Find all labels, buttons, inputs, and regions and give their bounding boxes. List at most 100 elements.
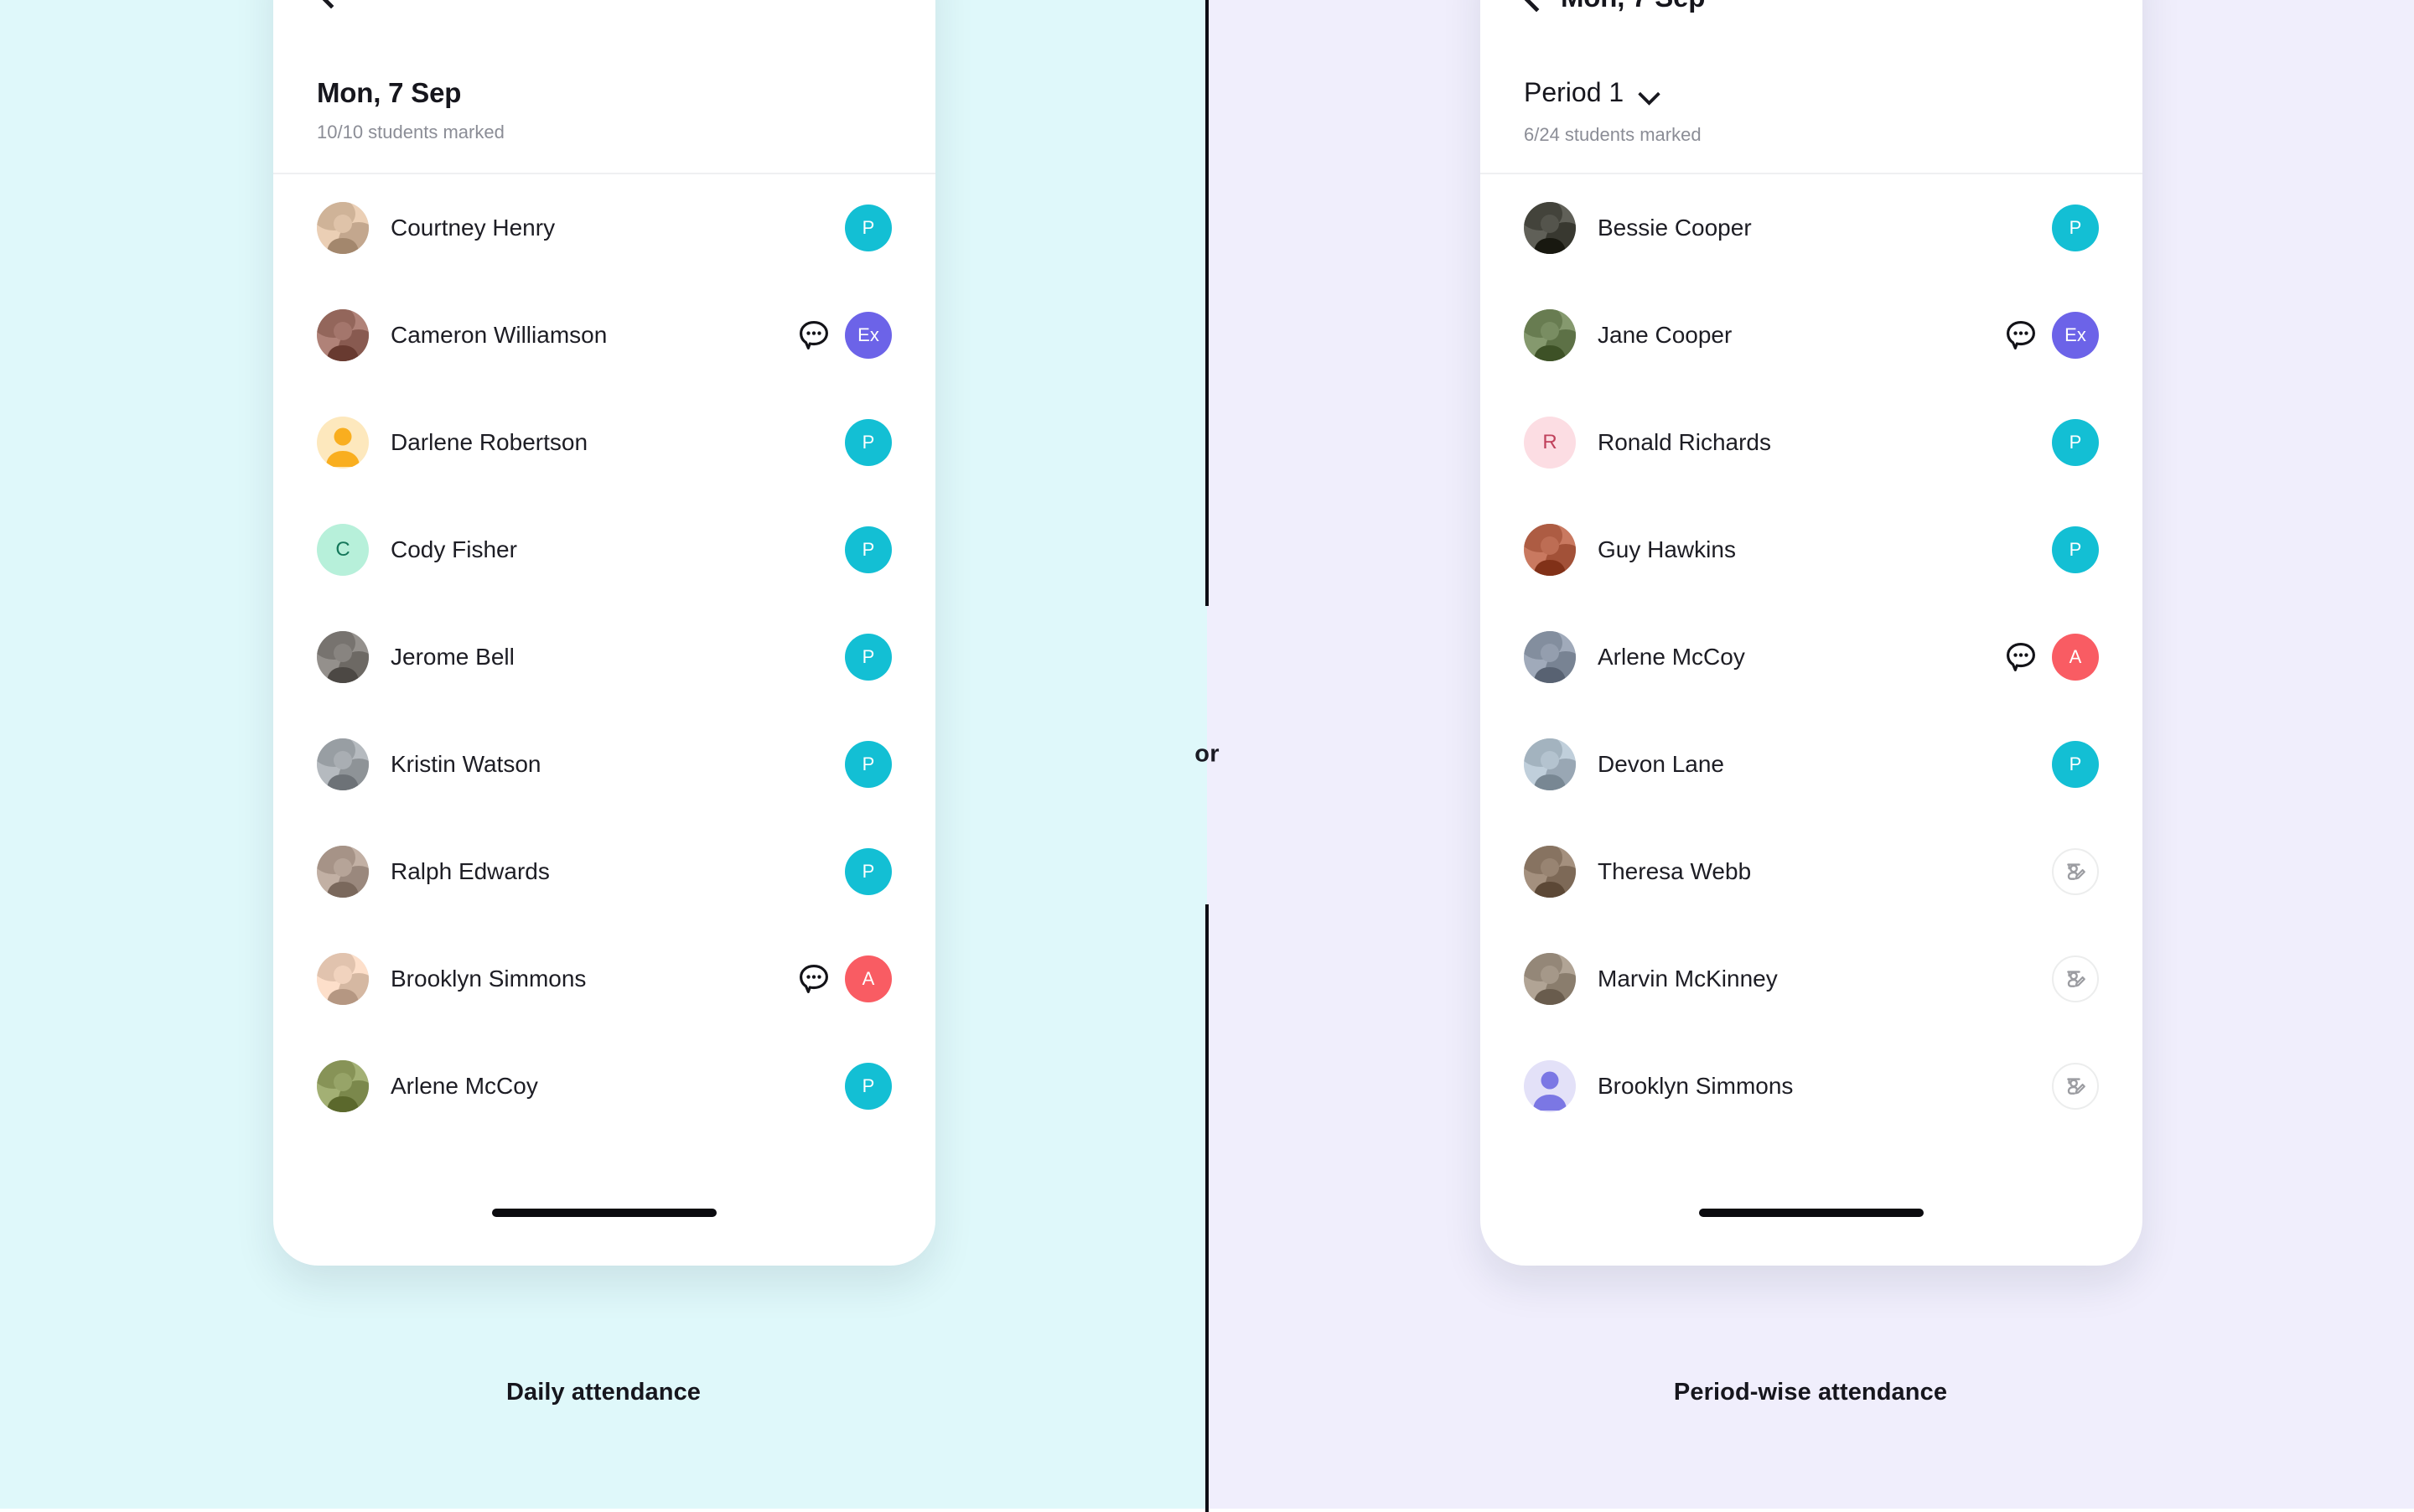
avatar-photo [1524, 953, 1576, 1005]
back-chevron-icon[interactable] [1522, 0, 1544, 8]
student-name: Cameron Williamson [391, 322, 608, 348]
student-row[interactable]: Bessie Cooper P [1480, 174, 2142, 282]
student-row-actions: P [845, 634, 892, 681]
attendance-status-badge[interactable]: P [2052, 205, 2099, 251]
attendance-status-badge[interactable]: Ex [845, 312, 892, 359]
avatar-initial: R [1542, 431, 1557, 453]
student-row[interactable]: Kristin Watson P [273, 711, 935, 818]
divider-line-top [1205, 0, 1209, 606]
student-row[interactable]: Jane Cooper Ex [1480, 282, 2142, 389]
student-name: Courtney Henry [391, 215, 556, 241]
student-row[interactable]: Brooklyn Simmons A [273, 925, 935, 1033]
attendance-status-badge[interactable]: P [845, 419, 892, 466]
avatar [1524, 524, 1576, 576]
period-selector[interactable]: Period 1 [1524, 77, 1659, 108]
period-attendance-phone-card: Mon, 7 Sep Period 1 6/24 students marked… [1480, 0, 2142, 1266]
attendance-status-badge[interactable]: P [845, 848, 892, 895]
period-attendance-caption: Period-wise attendance [1673, 1379, 1948, 1406]
student-row[interactable]: Theresa Webb [1480, 818, 2142, 925]
note-bubble-icon[interactable] [2003, 318, 2038, 353]
avatar [317, 738, 369, 790]
daily-page-title: Mon, 7 Sep [317, 77, 462, 108]
avatar-initial: C [335, 538, 350, 561]
person-placeholder-icon [326, 427, 360, 467]
student-row[interactable]: Devon Lane P [1480, 711, 2142, 818]
avatar-photo [1524, 846, 1576, 898]
avatar-photo [317, 1060, 369, 1112]
student-row-actions: Ex [796, 312, 892, 359]
avatar-photo [317, 846, 369, 898]
attendance-status-badge[interactable] [2052, 848, 2099, 895]
avatar [1524, 631, 1576, 683]
student-name: Bessie Cooper [1598, 215, 1752, 241]
student-row[interactable]: Marvin McKinney [1480, 925, 2142, 1033]
student-row-actions: P [845, 848, 892, 895]
avatar-photo [1524, 738, 1576, 790]
student-row[interactable]: Jerome Bell P [273, 603, 935, 711]
divider-line-bottom [1205, 904, 1209, 1512]
student-row[interactable]: Guy Hawkins P [1480, 496, 2142, 603]
attendance-status-badge[interactable]: Ex [2052, 312, 2099, 359]
back-chevron-icon[interactable] [317, 0, 339, 5]
student-edit-icon [2067, 863, 2085, 880]
avatar-photo [317, 309, 369, 361]
attendance-status-badge[interactable]: P [845, 1063, 892, 1110]
student-row[interactable]: Courtney Henry P [273, 174, 935, 282]
avatar [317, 309, 369, 361]
attendance-status-badge[interactable]: P [2052, 741, 2099, 788]
student-name: Arlene McCoy [1598, 644, 1745, 670]
attendance-status-badge[interactable]: A [845, 955, 892, 1002]
student-name: Devon Lane [1598, 751, 1725, 777]
attendance-status-badge[interactable]: P [2052, 526, 2099, 573]
student-row-actions: A [2003, 634, 2099, 681]
student-row-actions: P [845, 1063, 892, 1110]
student-name: Darlene Robertson [391, 429, 588, 455]
student-row[interactable]: Cameron Williamson Ex [273, 282, 935, 389]
period-selector-label: Period 1 [1524, 77, 1624, 107]
student-name: Arlene McCoy [391, 1073, 538, 1099]
student-row-actions [2052, 1063, 2099, 1110]
student-name: Ronald Richards [1598, 429, 1771, 455]
student-row-actions: P [845, 205, 892, 251]
attendance-status-badge[interactable]: P [2052, 419, 2099, 466]
avatar: C [317, 524, 369, 576]
note-bubble-icon[interactable] [796, 318, 831, 353]
student-name: Jane Cooper [1598, 322, 1733, 348]
student-row[interactable]: C Cody Fisher P [273, 496, 935, 603]
attendance-status-badge[interactable]: P [845, 634, 892, 681]
daily-attendance-phone-card: Mon, 7 Sep 10/10 students marked Courtne… [273, 0, 935, 1266]
avatar-photo [317, 953, 369, 1005]
period-page-title: Mon, 7 Sep [1561, 0, 1705, 13]
student-name: Theresa Webb [1598, 858, 1752, 884]
note-bubble-icon[interactable] [2003, 639, 2038, 675]
student-name: Ralph Edwards [391, 858, 550, 884]
student-name: Marvin McKinney [1598, 966, 1778, 992]
note-bubble-icon[interactable] [796, 961, 831, 997]
attendance-status-badge[interactable]: A [2052, 634, 2099, 681]
avatar-photo [317, 738, 369, 790]
home-indicator-bar [1699, 1209, 1924, 1217]
student-name: Jerome Bell [391, 644, 515, 670]
avatar: R [1524, 417, 1576, 469]
student-name: Cody Fisher [391, 536, 517, 562]
student-row[interactable]: Arlene McCoy P [273, 1033, 935, 1140]
attendance-status-badge[interactable]: P [845, 741, 892, 788]
avatar-photo [1524, 309, 1576, 361]
attendance-status-badge[interactable]: P [845, 205, 892, 251]
student-row[interactable]: Darlene Robertson P [273, 389, 935, 496]
student-row-actions: P [2052, 419, 2099, 466]
student-row-actions: P [845, 419, 892, 466]
student-row[interactable]: R Ronald Richards P [1480, 389, 2142, 496]
student-row[interactable]: Arlene McCoy A [1480, 603, 2142, 711]
avatar-photo [317, 631, 369, 683]
attendance-status-badge[interactable] [2052, 955, 2099, 1002]
attendance-status-badge[interactable]: P [845, 526, 892, 573]
avatar [1524, 202, 1576, 254]
attendance-status-badge[interactable] [2052, 1063, 2099, 1110]
student-row[interactable]: Ralph Edwards P [273, 818, 935, 925]
avatar [1524, 1060, 1576, 1112]
student-row[interactable]: Brooklyn Simmons [1480, 1033, 2142, 1140]
student-name: Guy Hawkins [1598, 536, 1736, 562]
avatar [317, 846, 369, 898]
student-edit-icon [2067, 971, 2085, 987]
